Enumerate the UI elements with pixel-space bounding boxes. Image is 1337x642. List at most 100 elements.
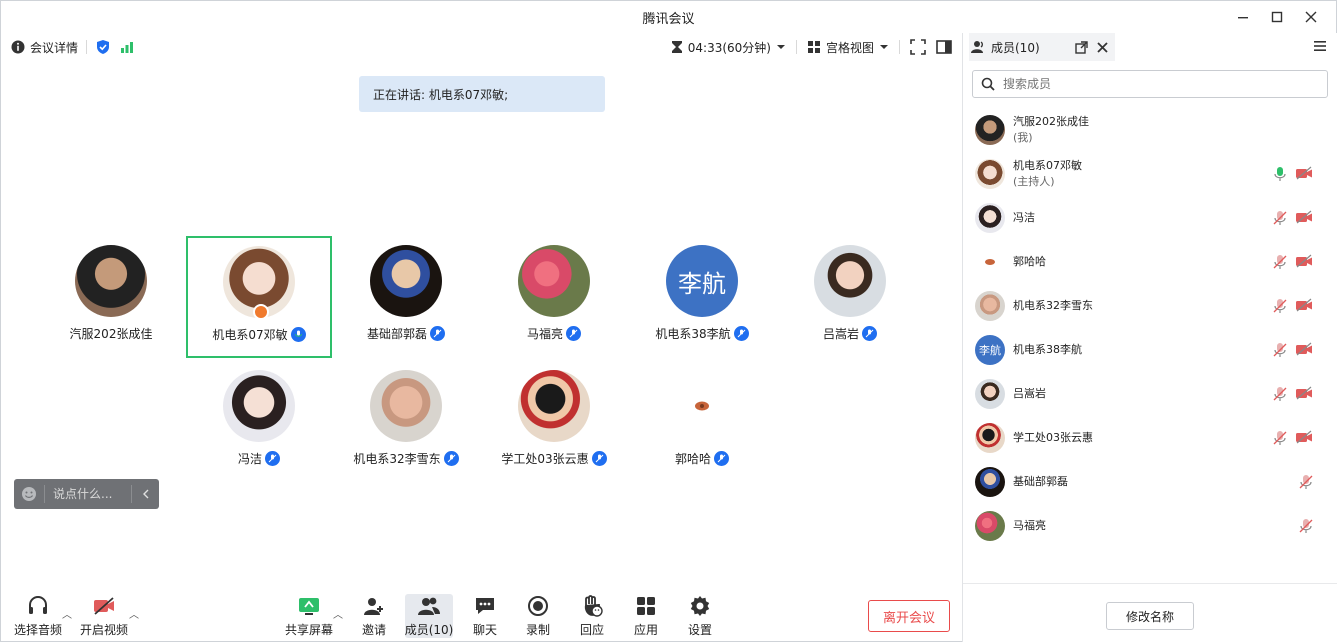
camera-off-icon[interactable]	[1295, 298, 1313, 312]
pop-out-icon[interactable]	[1075, 40, 1088, 54]
participant-tile[interactable]: 基础部郭磊	[333, 237, 479, 359]
leave-meeting-button[interactable]: 离开会议	[868, 600, 950, 632]
member-row[interactable]: 李航 机电系38李航	[975, 330, 1327, 370]
audio-options-chevron-icon[interactable]: ︿	[62, 606, 72, 621]
participant-tile[interactable]: 冯洁	[186, 362, 332, 484]
audio-button[interactable]: 选择音频	[14, 594, 62, 638]
hamburger-menu-icon	[1314, 41, 1326, 51]
rename-button[interactable]: 修改名称	[1106, 602, 1194, 630]
mic-muted-icon[interactable]	[1299, 518, 1313, 534]
avatar-small-image	[695, 401, 709, 411]
participant-tile[interactable]: 吕嵩岩	[777, 237, 923, 359]
participant-name: 学工处03张云惠	[501, 452, 589, 466]
member-row[interactable]: 吕嵩岩	[975, 374, 1327, 414]
reactions-button[interactable]: 回应	[578, 594, 606, 638]
member-name: 学工处03张云惠	[1013, 431, 1093, 444]
member-row[interactable]: 冯洁	[975, 198, 1327, 238]
record-button[interactable]: 录制	[524, 594, 552, 638]
meeting-info-button[interactable]: 会议详情	[11, 39, 78, 56]
maximize-button[interactable]	[1260, 1, 1294, 33]
signal-strength-icon[interactable]	[119, 39, 135, 55]
avatar-initials: 李航	[678, 269, 726, 298]
camera-off-icon	[94, 596, 114, 615]
member-row[interactable]: 基础部郭磊	[975, 462, 1327, 502]
mic-muted-icon[interactable]	[1273, 386, 1287, 402]
toggle-sidebar-icon[interactable]	[936, 39, 952, 55]
mic-muted-icon[interactable]	[1273, 430, 1287, 446]
member-row[interactable]: 机电系07邓敏 (主持人)	[975, 154, 1327, 194]
avatar	[975, 511, 1005, 541]
apps-button[interactable]: 应用	[632, 594, 660, 638]
member-row[interactable]: 马福亮	[975, 506, 1327, 546]
member-row[interactable]: 汽服202张成佳 (我)	[975, 110, 1327, 150]
grid-view-icon	[807, 41, 820, 53]
chat-button[interactable]: 聊天	[471, 594, 499, 638]
participant-tile[interactable]: 汽服202张成佳	[38, 237, 184, 359]
emoji-icon[interactable]	[14, 486, 44, 502]
avatar	[975, 291, 1005, 321]
member-row[interactable]: 学工处03张云惠	[975, 418, 1327, 458]
members-tab[interactable]: 成员(10)	[969, 33, 1115, 61]
camera-off-icon[interactable]	[1295, 430, 1313, 444]
quick-chat-input[interactable]: 说点什么...	[14, 479, 159, 509]
security-shield-icon[interactable]	[95, 39, 111, 55]
video-button[interactable]: 开启视频	[80, 594, 128, 638]
video-options-chevron-icon[interactable]: ︿	[129, 606, 139, 621]
member-name: 冯洁	[1013, 211, 1035, 224]
participant-name: 机电系38李航	[655, 327, 731, 341]
mic-muted-icon[interactable]	[1273, 342, 1287, 358]
mic-muted-icon[interactable]	[1273, 298, 1287, 314]
member-row[interactable]: 机电系32李雪东	[975, 286, 1327, 326]
view-mode-dropdown[interactable]: 宫格视图	[807, 39, 889, 56]
mic-muted-icon[interactable]	[1299, 474, 1313, 490]
timer-dropdown[interactable]: 04:33(60分钟)	[671, 39, 786, 56]
close-icon	[1305, 11, 1317, 23]
minimize-button[interactable]	[1226, 1, 1260, 33]
members-button[interactable]: 成员(10)	[405, 594, 453, 638]
chat-placeholder[interactable]: 说点什么...	[44, 485, 131, 503]
window-title: 腾讯会议	[642, 11, 695, 27]
mic-muted-icon	[566, 326, 581, 341]
settings-button[interactable]: 设置	[686, 594, 714, 638]
participant-tile[interactable]: 机电系32李雪东	[333, 362, 479, 484]
camera-off-icon[interactable]	[1295, 254, 1313, 268]
invite-button[interactable]: 邀请	[357, 594, 391, 638]
member-search-box[interactable]	[972, 70, 1328, 98]
member-row[interactable]: 郭哈哈	[975, 242, 1327, 282]
avatar: 李航	[666, 245, 738, 317]
divider	[795, 40, 797, 54]
fullscreen-icon[interactable]	[910, 39, 926, 55]
meeting-info-label: 会议详情	[30, 40, 79, 55]
share-options-chevron-icon[interactable]: ︿	[333, 606, 343, 621]
member-name: 机电系38李航	[1013, 343, 1082, 356]
chevron-down-icon	[776, 45, 785, 49]
participant-tile-active-speaker[interactable]: 机电系07邓敏	[186, 236, 332, 358]
chevron-left-icon	[142, 489, 148, 499]
camera-off-icon[interactable]	[1295, 210, 1313, 224]
mic-muted-icon[interactable]	[1273, 210, 1287, 226]
close-window-button[interactable]	[1294, 1, 1328, 33]
avatar: 李航	[975, 335, 1005, 365]
participant-tile[interactable]: 学工处03张云惠	[481, 362, 627, 484]
member-search-input[interactable]	[1003, 77, 1303, 91]
chat-bubble-icon	[476, 597, 494, 614]
share-screen-button[interactable]: 共享屏幕	[285, 594, 333, 638]
avatar	[975, 467, 1005, 497]
share-screen-icon	[299, 597, 319, 615]
participant-tile[interactable]: 马福亮	[481, 237, 627, 359]
mic-muted-icon[interactable]	[1273, 254, 1287, 270]
camera-off-icon[interactable]	[1295, 166, 1313, 180]
close-icon[interactable]	[1096, 41, 1109, 54]
avatar	[975, 379, 1005, 409]
record-label: 录制	[525, 623, 550, 637]
participant-tile[interactable]: 郭哈哈	[629, 362, 775, 484]
participant-tile[interactable]: 李航 机电系38李航	[629, 237, 775, 359]
member-name: 基础部郭磊	[1013, 475, 1068, 488]
mic-on-icon[interactable]	[1273, 166, 1287, 182]
camera-off-icon[interactable]	[1295, 386, 1313, 400]
collapse-chat-button[interactable]	[131, 485, 159, 503]
camera-off-icon[interactable]	[1295, 342, 1313, 356]
add-user-icon	[364, 597, 383, 615]
participant-name: 马福亮	[526, 327, 563, 341]
panel-menu-button[interactable]	[1313, 39, 1327, 56]
